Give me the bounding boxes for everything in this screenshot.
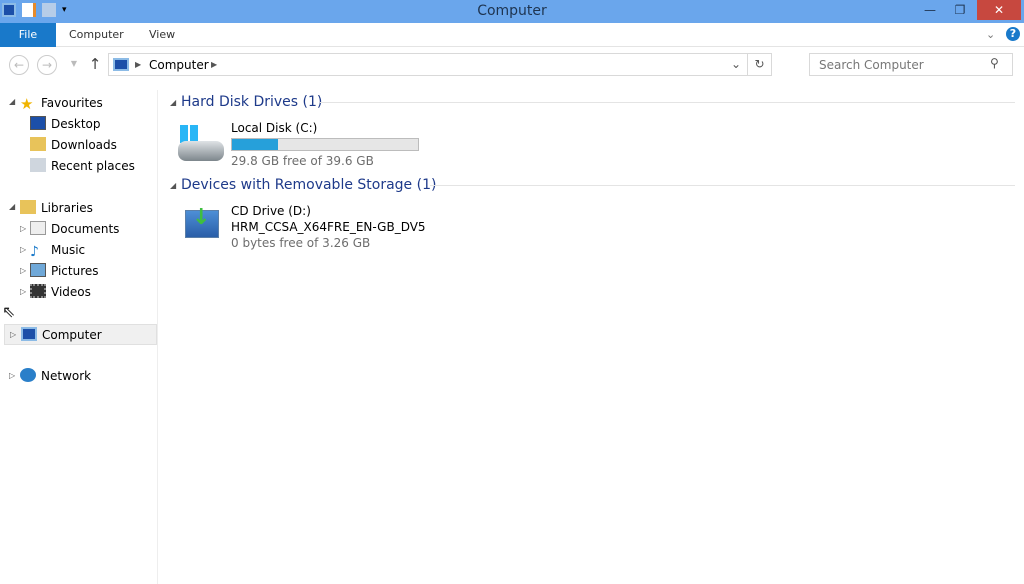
drive-volume-label: HRM_CCSA_X64FRE_EN-GB_DV5 — [231, 220, 426, 234]
drive-usage-fill — [232, 139, 278, 150]
label: Music — [51, 243, 86, 257]
label: Desktop — [51, 117, 101, 131]
help-icon[interactable]: ? — [1006, 27, 1020, 41]
back-button[interactable]: ← — [9, 55, 29, 75]
sidebar-item-favourites[interactable]: ★ Favourites — [20, 93, 103, 113]
forward-button[interactable]: → — [37, 55, 57, 75]
tab-computer[interactable]: Computer — [69, 23, 124, 47]
title-bar: ▾ Computer — ❐ ✕ — [0, 0, 1024, 23]
ribbon: File Computer View ⌄ ? — [0, 23, 1024, 47]
drive-free-space: 0 bytes free of 3.26 GB — [231, 236, 371, 250]
collapse-arrow-icon[interactable]: ▷ — [20, 287, 26, 296]
label: Network — [41, 369, 92, 383]
collapse-arrow-icon[interactable]: ▷ — [20, 266, 26, 275]
sidebar-item-videos[interactable]: Videos — [30, 282, 91, 302]
drive-name: CD Drive (D:) — [231, 204, 311, 218]
address-bar[interactable]: ▶ Computer ▶ ⌄ ↻ — [108, 53, 772, 76]
drive-usage-bar — [231, 138, 419, 151]
documents-icon — [30, 221, 46, 235]
label: Downloads — [51, 138, 117, 152]
label: Videos — [51, 285, 91, 299]
collapse-group-icon[interactable]: ◢ — [170, 181, 176, 190]
minimize-button[interactable]: — — [916, 0, 944, 20]
label: Favourites — [41, 96, 103, 110]
label: Libraries — [41, 201, 93, 215]
label: Documents — [51, 222, 120, 236]
collapse-group-icon[interactable]: ◢ — [170, 98, 176, 107]
network-icon — [20, 368, 36, 382]
group-removable-storage[interactable]: Devices with Removable Storage (1) — [181, 177, 436, 193]
sidebar-item-downloads[interactable]: Downloads — [30, 135, 117, 155]
sidebar-item-documents[interactable]: Documents — [30, 219, 119, 239]
collapse-arrow-icon[interactable]: ▷ — [20, 245, 26, 254]
address-dropdown-icon[interactable]: ⌄ — [731, 57, 741, 71]
up-button[interactable]: ↑ — [85, 55, 105, 75]
label: Pictures — [51, 264, 99, 278]
divider — [320, 102, 1015, 103]
sidebar-item-computer[interactable]: ▷ Computer — [4, 324, 157, 345]
collapse-arrow-icon[interactable]: ▷ — [9, 371, 15, 380]
computer-icon — [21, 327, 37, 341]
sidebar-item-music[interactable]: ♪ Music — [30, 240, 85, 260]
label: Recent places — [51, 159, 135, 173]
sidebar-item-libraries[interactable]: Libraries — [20, 198, 93, 218]
recent-places-icon — [30, 158, 46, 172]
breadcrumb-arrow-icon[interactable]: ▶ — [211, 60, 217, 69]
close-button[interactable]: ✕ — [977, 0, 1021, 20]
cd-drive-icon: ↓ — [185, 205, 219, 238]
collapse-arrow-icon[interactable]: ▷ — [20, 224, 26, 233]
expand-arrow-icon[interactable]: ◢ — [9, 202, 15, 211]
collapse-arrow-icon[interactable]: ▷ — [10, 325, 16, 345]
search-icon[interactable]: ⚲ — [990, 56, 999, 70]
computer-icon — [113, 58, 129, 71]
music-icon: ♪ — [30, 244, 39, 260]
breadcrumb-computer[interactable]: Computer — [149, 58, 209, 72]
search-input[interactable]: Search Computer — [809, 53, 1013, 76]
refresh-icon[interactable]: ↻ — [747, 54, 771, 75]
drive-free-space: 29.8 GB free of 39.6 GB — [231, 154, 374, 168]
tab-view[interactable]: View — [149, 23, 175, 47]
hard-drive-icon — [178, 125, 224, 163]
recent-locations-icon[interactable]: ▼ — [64, 55, 84, 75]
group-hard-disk-drives[interactable]: Hard Disk Drives (1) — [181, 94, 322, 110]
videos-icon — [30, 284, 46, 298]
navigation-bar: ← → ▼ ↑ ▶ Computer ▶ ⌄ ↻ Search Computer… — [0, 53, 1024, 77]
drive-cd-drive-d[interactable]: CD Drive (D:) HRM_CCSA_X64FRE_EN-GB_DV5 … — [231, 203, 426, 251]
label: Computer — [42, 328, 102, 342]
divider — [430, 185, 1015, 186]
drive-name: Local Disk (C:) — [231, 121, 318, 135]
star-icon: ★ — [20, 95, 34, 113]
sidebar-item-recent-places[interactable]: Recent places — [30, 156, 135, 176]
drive-local-disk-c[interactable]: Local Disk (C:) 29.8 GB free of 39.6 GB — [231, 120, 419, 169]
sidebar-item-desktop[interactable]: Desktop — [30, 114, 101, 134]
navigation-pane: ◢ ★ Favourites Desktop Downloads Recent p… — [0, 90, 158, 584]
downloads-icon — [30, 137, 46, 151]
libraries-icon — [20, 200, 36, 214]
breadcrumb-arrow-icon[interactable]: ▶ — [135, 60, 141, 69]
sidebar-item-pictures[interactable]: Pictures — [30, 261, 99, 281]
window-title: Computer — [477, 3, 547, 19]
desktop-icon — [30, 116, 46, 130]
expand-ribbon-icon[interactable]: ⌄ — [986, 23, 995, 47]
pictures-icon — [30, 263, 46, 277]
restore-button[interactable]: ❐ — [946, 0, 974, 20]
tab-file[interactable]: File — [0, 23, 56, 47]
expand-arrow-icon[interactable]: ◢ — [9, 97, 15, 106]
mouse-cursor-icon: ⇖ — [2, 302, 16, 321]
sidebar-item-network[interactable]: Network — [20, 366, 91, 386]
